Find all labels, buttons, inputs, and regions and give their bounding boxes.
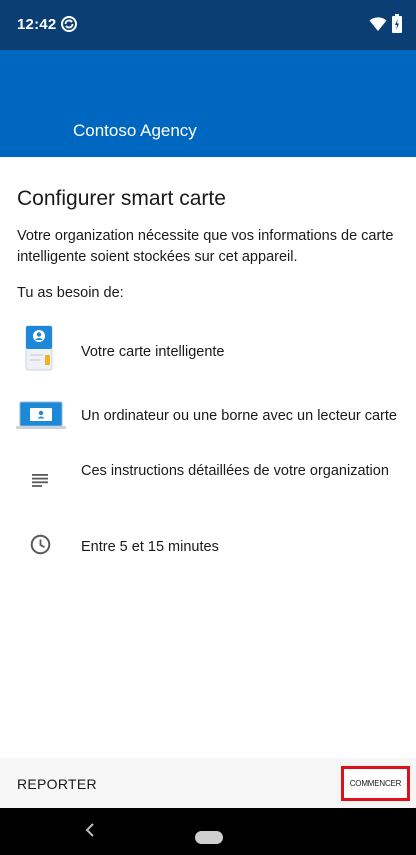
start-button[interactable]: COMMENCER (341, 766, 410, 801)
sync-icon (61, 16, 77, 32)
smart-card-icon (25, 325, 53, 371)
requirement-time: Entre 5 et 15 minutes (0, 533, 416, 559)
home-pill-icon[interactable] (195, 831, 223, 844)
back-icon[interactable] (84, 822, 96, 838)
action-bar: REPORTER COMMENCER (0, 758, 416, 808)
battery-icon (392, 14, 402, 33)
laptop-card-reader-icon (16, 401, 66, 429)
status-time: 12:42 (17, 16, 57, 33)
page-title: Configurer smart carte (17, 187, 226, 210)
app-header: Contoso Agency (0, 50, 416, 157)
app-title: Contoso Agency (73, 121, 197, 140)
intro-text: Votre organization nécessite que vos inf… (17, 228, 394, 265)
document-lines-icon (32, 474, 48, 487)
requirement-smart-card: Votre carte intelligente (0, 325, 416, 375)
requirement-computer: Un ordinateur ou une borne avec un lecte… (0, 398, 416, 432)
requirement-instructions: Ces instructions détaillées de votre org… (0, 461, 416, 505)
wifi-icon (369, 17, 387, 31)
system-nav-bar (0, 808, 416, 855)
clock-icon (30, 534, 51, 555)
requirement-label: Votre carte intelligente (81, 344, 225, 360)
later-button[interactable]: REPORTER (17, 776, 97, 792)
status-bar: 12:42 (0, 0, 416, 50)
need-label: Tu as besoin de: (17, 285, 124, 301)
requirement-label: Entre 5 et 15 minutes (81, 539, 219, 555)
requirement-label: Ces instructions détaillées de votre org… (81, 463, 389, 479)
requirement-label: Un ordinateur ou une borne avec un lecte… (81, 408, 397, 424)
